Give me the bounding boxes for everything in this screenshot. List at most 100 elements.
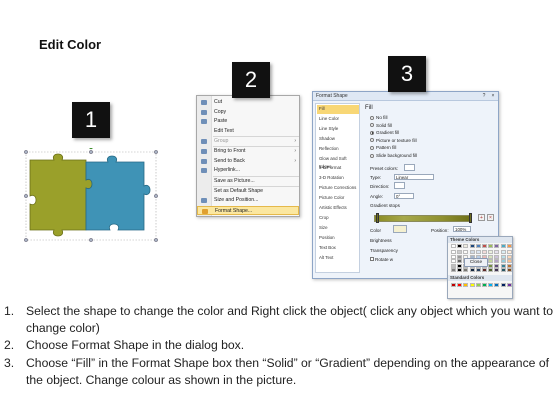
nav-item[interactable]: Artistic Effects — [317, 204, 359, 213]
menu-item[interactable]: Size and Position... — [197, 196, 299, 205]
color-swatch[interactable] — [463, 244, 469, 248]
color-swatch[interactable] — [500, 244, 506, 248]
color-swatch[interactable] — [506, 244, 512, 248]
nav-item[interactable]: Glow and Soft Edges — [317, 155, 359, 170]
color-swatch[interactable] — [482, 268, 487, 273]
nav-item[interactable]: Crop — [317, 214, 359, 223]
color-swatch[interactable] — [482, 250, 487, 254]
help-icon[interactable]: ? — [481, 93, 487, 99]
color-swatch[interactable] — [451, 254, 456, 259]
color-swatch[interactable] — [506, 250, 512, 254]
color-swatch[interactable] — [494, 259, 500, 264]
color-swatch[interactable] — [500, 283, 506, 287]
color-swatch[interactable] — [500, 259, 506, 264]
color-swatch[interactable] — [469, 283, 475, 287]
color-swatch[interactable] — [463, 283, 469, 287]
nav-item[interactable]: Alt Text — [317, 254, 359, 263]
nav-item[interactable]: Picture Corrections — [317, 184, 359, 193]
color-swatch[interactable] — [506, 263, 512, 268]
color-swatch[interactable] — [488, 259, 494, 264]
color-swatch[interactable] — [482, 244, 487, 248]
color-swatch[interactable] — [451, 283, 456, 287]
nav-item[interactable]: Position — [317, 234, 359, 243]
color-swatch[interactable] — [506, 268, 512, 273]
color-swatch[interactable] — [451, 259, 456, 264]
color-swatch[interactable] — [469, 250, 475, 254]
color-swatch[interactable] — [506, 259, 512, 264]
color-swatch[interactable] — [463, 268, 469, 273]
color-swatch[interactable] — [506, 283, 512, 287]
position-field[interactable]: 100% — [453, 226, 471, 232]
color-swatch[interactable] — [457, 268, 463, 273]
menu-item[interactable]: Set as Default Shape — [197, 187, 299, 196]
color-swatch[interactable] — [482, 283, 487, 287]
menu-item[interactable]: Format Shape... — [197, 206, 299, 215]
menu-item[interactable]: Hyperlink... — [197, 166, 299, 175]
color-swatch[interactable] — [451, 263, 456, 268]
color-swatch[interactable] — [500, 254, 506, 259]
gradient-stop-handle[interactable] — [469, 213, 472, 223]
color-swatch[interactable] — [506, 254, 512, 259]
nav-item[interactable]: 3-D Format — [317, 164, 359, 173]
nav-item[interactable]: 3-D Rotation — [317, 174, 359, 183]
angle-field[interactable]: 0° — [394, 193, 414, 199]
fill-option-radio[interactable] — [370, 145, 374, 150]
fill-option-radio[interactable] — [370, 123, 374, 128]
fill-option-radio[interactable] — [370, 138, 374, 143]
nav-item[interactable]: Reflection — [317, 145, 359, 154]
color-swatch[interactable] — [451, 244, 456, 248]
menu-item[interactable]: Cut — [197, 98, 299, 107]
gradient-stop-handle[interactable] — [376, 213, 379, 223]
preset-colors-dropdown[interactable] — [404, 164, 415, 171]
color-swatch[interactable] — [488, 283, 494, 287]
nav-item[interactable]: Text Box — [317, 244, 359, 253]
color-swatch[interactable] — [488, 244, 494, 248]
color-swatch[interactable] — [488, 263, 494, 268]
color-swatch[interactable] — [488, 250, 494, 254]
color-swatch[interactable] — [488, 268, 494, 273]
remove-stop-icon[interactable]: × — [487, 214, 494, 221]
nav-item[interactable]: Picture Color — [317, 194, 359, 203]
color-swatch[interactable] — [457, 263, 463, 268]
color-swatch[interactable] — [494, 254, 500, 259]
type-select[interactable]: Linear — [394, 174, 434, 180]
rotate-checkbox[interactable] — [370, 257, 374, 261]
color-swatch[interactable] — [469, 244, 475, 248]
color-swatch[interactable] — [457, 250, 463, 254]
nav-item[interactable]: Fill — [317, 105, 359, 114]
close-icon[interactable]: × — [490, 93, 496, 99]
fill-option-radio[interactable] — [370, 130, 374, 135]
menu-item[interactable]: Edit Text — [197, 127, 299, 136]
fill-option-radio[interactable] — [370, 115, 374, 120]
color-swatch[interactable] — [451, 268, 456, 273]
color-swatch[interactable] — [475, 268, 481, 273]
add-stop-icon[interactable]: + — [478, 214, 485, 221]
color-swatch[interactable] — [457, 244, 463, 248]
color-swatch[interactable] — [469, 268, 475, 273]
color-swatch[interactable] — [488, 254, 494, 259]
nav-item[interactable]: Line Color — [317, 115, 359, 124]
color-dropdown[interactable] — [393, 225, 407, 233]
close-button[interactable]: Close — [464, 258, 488, 267]
color-swatch[interactable] — [475, 283, 481, 287]
nav-item[interactable]: Shadow — [317, 135, 359, 144]
puzzle-pieces[interactable] — [20, 148, 162, 248]
color-swatch[interactable] — [500, 268, 506, 273]
menu-item[interactable]: Bring to Front › — [197, 147, 299, 156]
menu-item[interactable]: Save as Picture... — [197, 177, 299, 186]
color-swatch[interactable] — [494, 250, 500, 254]
color-swatch[interactable] — [500, 263, 506, 268]
color-swatch[interactable] — [500, 250, 506, 254]
color-swatch[interactable] — [457, 254, 463, 259]
color-swatch[interactable] — [451, 250, 456, 254]
color-swatch[interactable] — [457, 283, 463, 287]
menu-item[interactable]: Paste — [197, 117, 299, 126]
color-swatch[interactable] — [494, 263, 500, 268]
color-swatch[interactable] — [475, 244, 481, 248]
nav-item[interactable]: Line Style — [317, 125, 359, 134]
color-swatch[interactable] — [457, 259, 463, 264]
color-swatch[interactable] — [494, 244, 500, 248]
menu-item[interactable]: Copy — [197, 108, 299, 117]
color-swatch[interactable] — [463, 250, 469, 254]
menu-item[interactable]: Group › — [197, 137, 299, 146]
